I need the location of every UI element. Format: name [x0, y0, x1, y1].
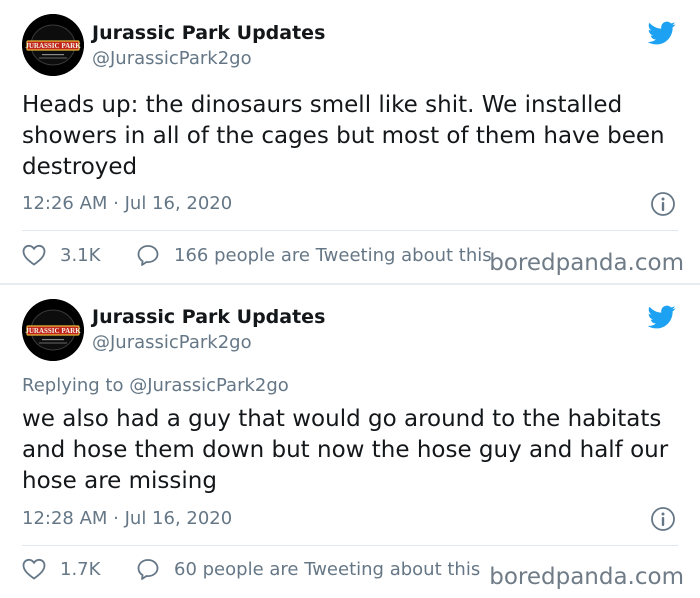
account-name[interactable]: Jurassic Park Updates	[92, 306, 325, 328]
like-button[interactable]: 3.1K	[22, 244, 100, 266]
tweet-card[interactable]: JURASSIC PARK Jurassic Park Updates @Jur…	[0, 285, 700, 598]
conversation-link[interactable]: 166 people are Tweeting about this	[136, 244, 492, 266]
speech-bubble-icon	[137, 245, 159, 266]
divider	[22, 545, 678, 546]
account-handle[interactable]: @JurassicPark2go	[92, 332, 252, 353]
avatar[interactable]: JURASSIC PARK	[22, 299, 84, 361]
svg-text:JURASSIC PARK: JURASSIC PARK	[25, 327, 81, 335]
conversation-text: 166 people are Tweeting about this	[174, 244, 492, 266]
twitter-bird-icon[interactable]	[646, 303, 678, 331]
account-name[interactable]: Jurassic Park Updates	[92, 22, 325, 44]
heart-icon	[22, 244, 46, 266]
jurassic-park-logo-icon: JURASSIC PARK	[22, 299, 84, 361]
avatar[interactable]: JURASSIC PARK	[22, 14, 84, 76]
twitter-bird-icon[interactable]	[646, 19, 678, 47]
tweet-timestamp[interactable]: 12:26 AM · Jul 16, 2020	[22, 193, 232, 214]
info-icon[interactable]	[650, 506, 676, 532]
like-button[interactable]: 1.7K	[22, 558, 100, 580]
tweet-timestamp[interactable]: 12:28 AM · Jul 16, 2020	[22, 508, 232, 529]
replying-to-handle[interactable]: @JurassicPark2go	[129, 375, 289, 396]
conversation-link[interactable]: 60 people are Tweeting about this	[136, 558, 480, 580]
tweet-text: we also had a guy that would go around t…	[22, 406, 669, 494]
account-handle[interactable]: @JurassicPark2go	[92, 48, 252, 69]
watermark: boredpanda.com	[489, 564, 684, 590]
like-count: 1.7K	[60, 558, 101, 580]
tweet-card[interactable]: JURASSIC PARK Jurassic Park Updates @Jur…	[0, 0, 700, 283]
like-count: 3.1K	[60, 244, 101, 266]
replying-to-prefix: Replying to	[22, 375, 130, 396]
divider	[22, 230, 678, 231]
speech-bubble-icon	[137, 559, 159, 580]
tweet-text: Heads up: the dinosaurs smell like shit.…	[22, 92, 665, 180]
info-icon[interactable]	[650, 191, 676, 217]
svg-text:JURASSIC PARK: JURASSIC PARK	[25, 42, 81, 50]
jurassic-park-logo-icon: JURASSIC PARK	[22, 14, 84, 76]
heart-icon	[22, 558, 46, 580]
conversation-text: 60 people are Tweeting about this	[174, 558, 481, 580]
replying-to: Replying to @JurassicPark2go	[22, 375, 289, 396]
watermark: boredpanda.com	[489, 250, 684, 276]
